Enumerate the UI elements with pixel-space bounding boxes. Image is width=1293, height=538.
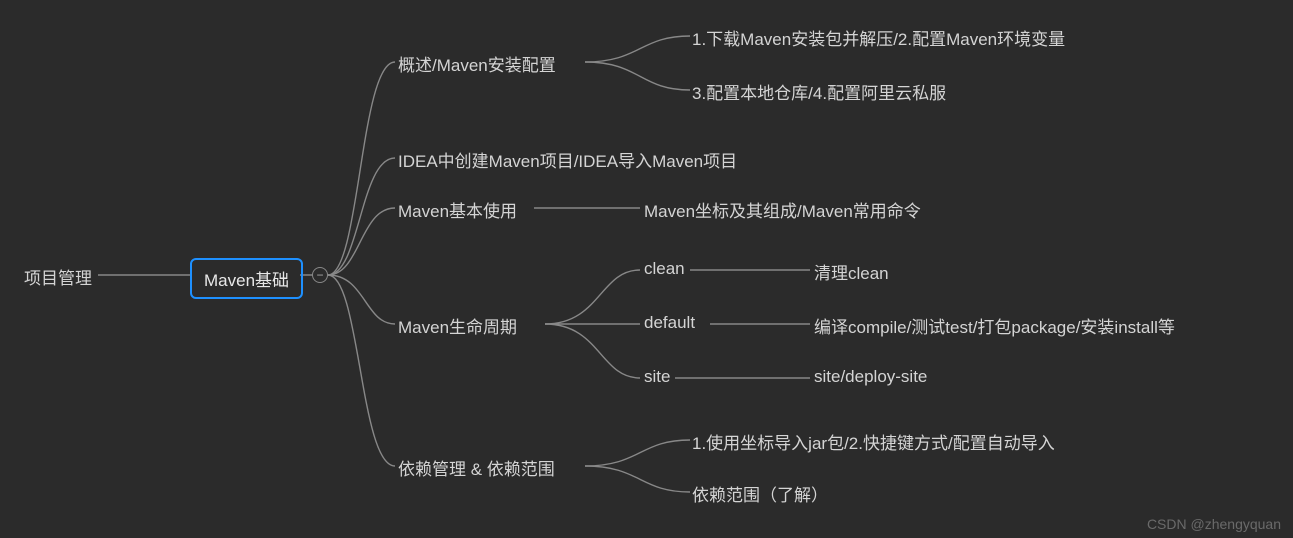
node-label: IDEA中创建Maven项目/IDEA导入Maven项目 [398, 152, 737, 171]
node-overview-install[interactable]: 概述/Maven安装配置 [398, 51, 556, 76]
watermark-label: CSDN @zhengyquan [1147, 516, 1281, 532]
node-basic-usage[interactable]: Maven基本使用 [398, 197, 517, 222]
node-default[interactable]: default [644, 313, 695, 333]
node-label: 1.下载Maven安装包并解压/2.配置Maven环境变量 [692, 30, 1065, 49]
node-site-desc[interactable]: site/deploy-site [814, 367, 927, 387]
node-label: 1.使用坐标导入jar包/2.快捷键方式/配置自动导入 [692, 434, 1055, 453]
collapse-toggle[interactable]: − [312, 267, 328, 283]
node-label: 编译compile/测试test/打包package/安装install等 [814, 318, 1175, 337]
node-dependency-mgmt[interactable]: 依赖管理 & 依赖范围 [398, 455, 555, 480]
node-repo-aliyun[interactable]: 3.配置本地仓库/4.配置阿里云私服 [692, 79, 946, 104]
node-label: Maven基础 [204, 271, 289, 290]
node-label: 依赖范围（了解） [692, 486, 828, 505]
node-label: Maven基本使用 [398, 202, 517, 221]
node-label: 3.配置本地仓库/4.配置阿里云私服 [692, 84, 946, 103]
node-label: Maven生命周期 [398, 318, 517, 337]
node-clean-desc[interactable]: 清理clean [814, 259, 889, 284]
node-lifecycle[interactable]: Maven生命周期 [398, 313, 517, 338]
node-site[interactable]: site [644, 367, 670, 387]
node-label: Maven坐标及其组成/Maven常用命令 [644, 202, 921, 221]
node-import-jar[interactable]: 1.使用坐标导入jar包/2.快捷键方式/配置自动导入 [692, 429, 1055, 454]
node-dependency-scope[interactable]: 依赖范围（了解） [692, 481, 828, 506]
node-label: 项目管理 [24, 269, 92, 288]
node-label: 概述/Maven安装配置 [398, 56, 556, 75]
node-label: site/deploy-site [814, 367, 927, 386]
node-default-desc[interactable]: 编译compile/测试test/打包package/安装install等 [814, 313, 1175, 338]
node-label: clean [644, 259, 685, 278]
collapse-icon: − [316, 269, 323, 281]
node-clean[interactable]: clean [644, 259, 685, 279]
node-label: 依赖管理 & 依赖范围 [398, 460, 555, 479]
node-project-management[interactable]: 项目管理 [24, 264, 92, 289]
node-label: site [644, 367, 670, 386]
watermark-text: CSDN @zhengyquan [1147, 516, 1281, 532]
node-download-env[interactable]: 1.下载Maven安装包并解压/2.配置Maven环境变量 [692, 25, 1065, 50]
node-coordinates-commands[interactable]: Maven坐标及其组成/Maven常用命令 [644, 197, 921, 222]
node-label: default [644, 313, 695, 332]
node-maven-basics[interactable]: Maven基础 [190, 258, 303, 299]
node-label: 清理clean [814, 264, 889, 283]
node-idea-create-import[interactable]: IDEA中创建Maven项目/IDEA导入Maven项目 [398, 147, 737, 172]
